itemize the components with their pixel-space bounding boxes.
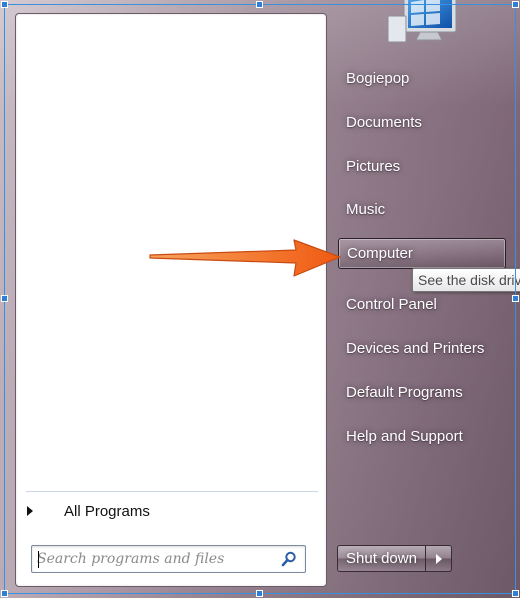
menu-item-label: Help and Support — [346, 428, 463, 445]
all-programs-button[interactable]: All Programs — [22, 499, 318, 523]
monitor-icon — [387, 0, 457, 43]
resize-handle-top-right[interactable] — [512, 1, 519, 8]
all-programs-label: All Programs — [64, 502, 150, 520]
menu-item-computer[interactable]: Computer — [338, 238, 506, 269]
menu-item-devices-and-printers[interactable]: Devices and Printers — [338, 333, 506, 364]
menu-item-music[interactable]: Music — [338, 194, 506, 225]
shutdown-group: Shut down — [337, 545, 452, 572]
menu-item-help-and-support[interactable]: Help and Support — [338, 421, 506, 452]
search-icon[interactable] — [279, 549, 299, 569]
resize-handle-bottom-left[interactable] — [1, 590, 8, 597]
search-box[interactable] — [31, 545, 306, 573]
menu-item-label: Documents — [346, 114, 422, 131]
menu-item-default-programs[interactable]: Default Programs — [338, 377, 506, 408]
menu-item-label: Music — [346, 201, 386, 218]
menu-item-label: Devices and Printers — [346, 340, 485, 357]
shutdown-label: Shut down — [346, 550, 417, 567]
text-caret — [38, 551, 39, 568]
menu-item-label: Control Panel — [346, 296, 437, 313]
shutdown-button[interactable]: Shut down — [337, 545, 426, 572]
resize-handle-left[interactable] — [1, 295, 8, 302]
menu-item-bogiepop[interactable]: Bogiepop — [338, 63, 506, 94]
start-menu: All Programs Bogiepop Documents Pictures… — [0, 0, 520, 598]
computer-tooltip: See the disk driv — [412, 268, 520, 292]
menu-item-label: Default Programs — [346, 384, 463, 401]
arrow-right-icon — [149, 239, 341, 277]
menu-item-control-panel[interactable]: Control Panel — [338, 289, 506, 320]
menu-item-label: Computer — [347, 245, 413, 262]
chevron-right-icon — [435, 553, 442, 564]
resize-handle-top[interactable] — [256, 1, 263, 8]
search-input[interactable] — [32, 546, 279, 572]
resize-handle-right[interactable] — [512, 295, 519, 302]
pane-divider — [26, 491, 318, 492]
user-picture[interactable] — [380, 0, 462, 46]
menu-item-label: Pictures — [346, 158, 401, 175]
menu-item-pictures[interactable]: Pictures — [338, 151, 506, 182]
resize-handle-top-left[interactable] — [1, 1, 8, 8]
resize-handle-bottom[interactable] — [256, 590, 263, 597]
shutdown-options-button[interactable] — [426, 545, 452, 572]
chevron-right-icon — [27, 506, 33, 516]
resize-handle-bottom-right[interactable] — [512, 590, 519, 597]
menu-item-documents[interactable]: Documents — [338, 107, 506, 138]
menu-item-label: Bogiepop — [346, 70, 410, 87]
